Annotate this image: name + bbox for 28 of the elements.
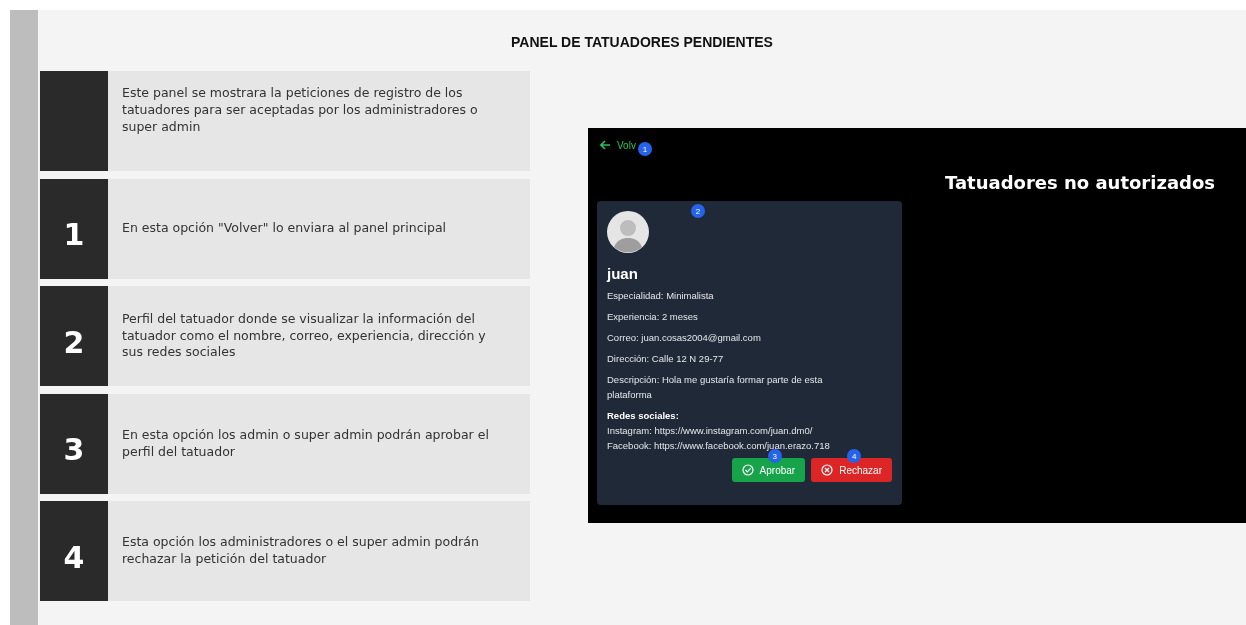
social-heading: Redes sociales: <box>607 409 680 423</box>
step-text: Esta opción los administradores o el super admin podrán rechazar la petición del tatuador <box>121 534 480 568</box>
step-number: 2 <box>40 286 108 386</box>
page-title: PANEL DE TATUADORES PENDIENTES <box>510 34 774 52</box>
back-link[interactable]: Volv <box>600 139 636 151</box>
profile-field: Descripción: Hola me gustaría formar parte de esta plataforma <box>607 372 867 402</box>
profile-field: Experiencia: 2 meses <box>607 309 867 324</box>
profile-field: Correo: juan.cosas2004@gmail.com <box>607 330 867 345</box>
profile-field: Especialidad: Minimalista <box>607 288 867 303</box>
screen-heading: Tatuadores no autorizados <box>945 172 1216 193</box>
step-number: 3 <box>40 393 108 494</box>
step-text: En esta opción "Volver" lo enviara al panel principal <box>121 220 448 237</box>
profile-field: Dirección: Calle 12 N 29-77 <box>607 351 867 366</box>
reject-button[interactable]: Rechazar <box>811 458 892 482</box>
tattooer-name: juan <box>607 265 639 282</box>
step-text: Perfil del tatuador donde se visualizar la información del tatuador como el nombre, correo, experiencia, dirección y sus redes sociales <box>121 310 487 362</box>
back-arrow-icon <box>600 140 611 150</box>
number-badge: 4 <box>847 449 862 463</box>
number-badge: 1 <box>637 142 652 156</box>
avatar-icon <box>607 211 649 253</box>
approve-button[interactable]: Aprobar <box>731 458 806 482</box>
number-badge: 2 <box>691 204 705 218</box>
step-text: En esta opción los admin o super admin podrán aprobar el perfil del tatuador <box>121 426 490 461</box>
step-number: 4 <box>40 501 108 601</box>
step-number: 1 <box>40 178 108 279</box>
step-text: Este panel se mostrara la peticiones de registro de los tatuadores para ser aceptadas por los administradores o super admin <box>121 84 479 136</box>
close-circle-icon <box>821 464 834 476</box>
check-circle-icon <box>741 464 754 476</box>
